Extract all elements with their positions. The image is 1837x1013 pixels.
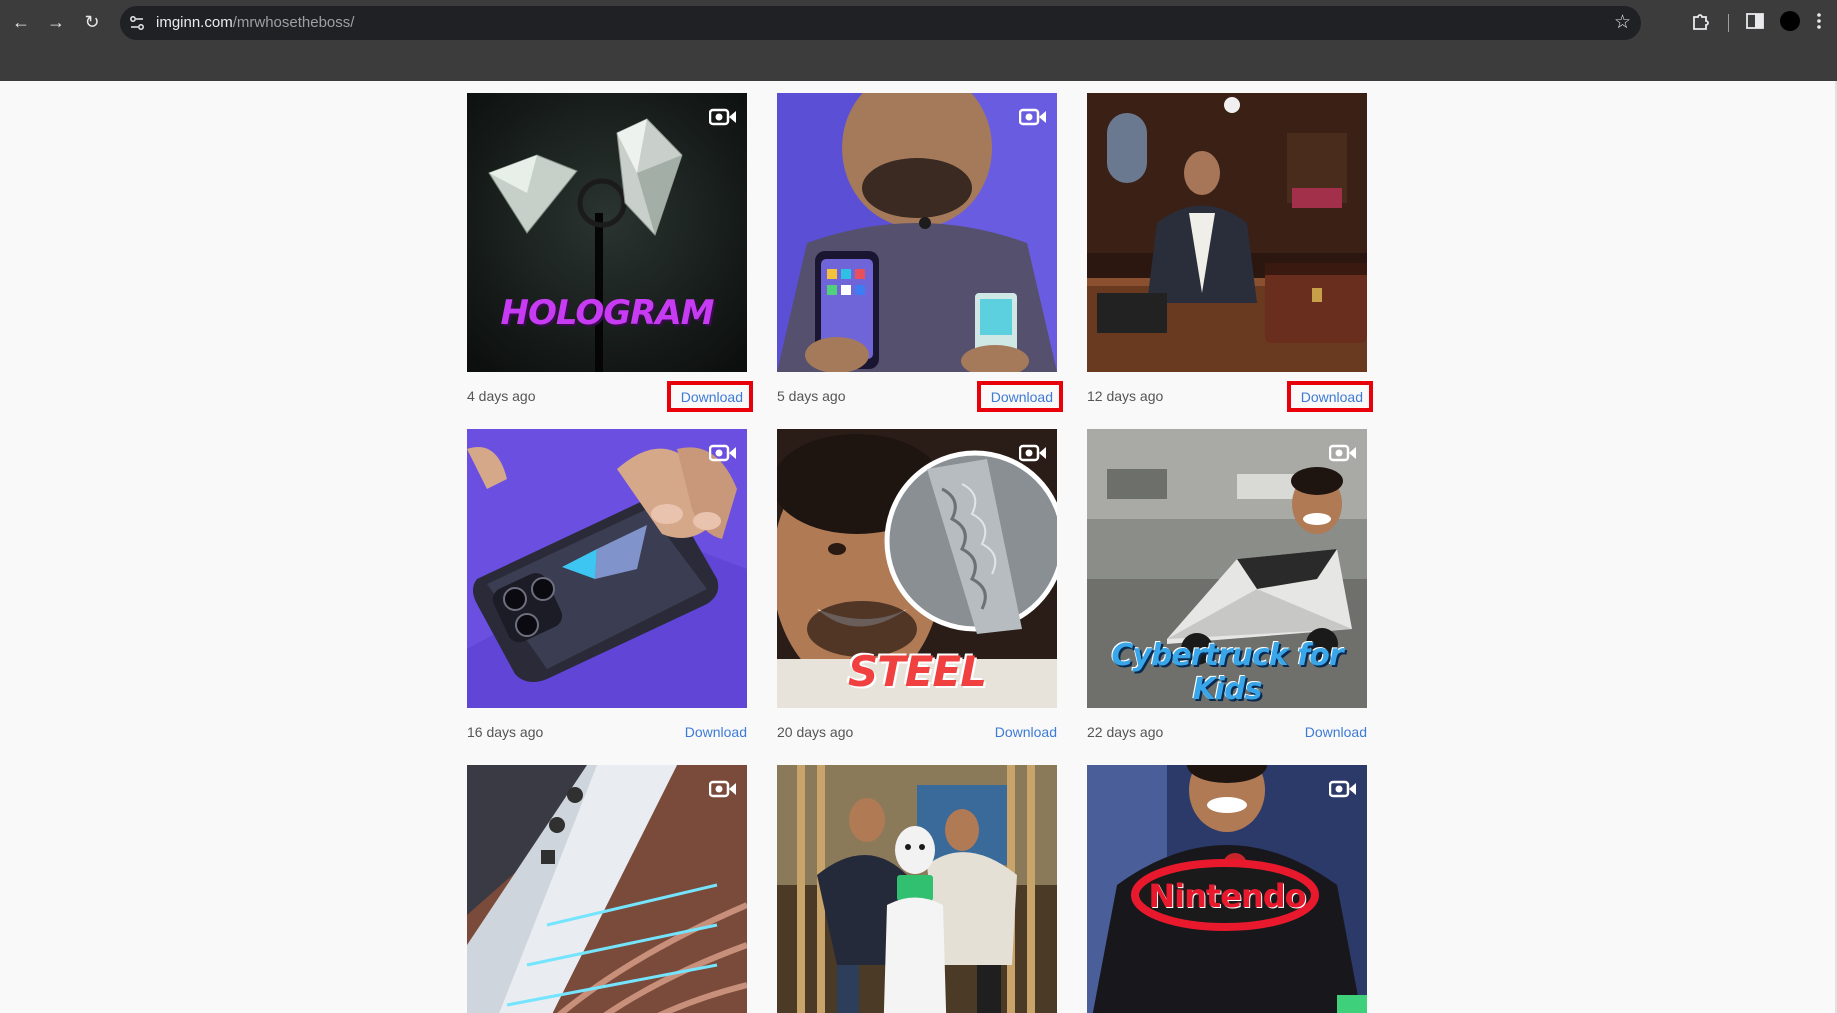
phone-back-cover-image bbox=[467, 429, 747, 708]
url-path: /mrwhosetheboss/ bbox=[232, 14, 355, 31]
extensions-icon[interactable] bbox=[1690, 10, 1712, 32]
post-card: HOLOGRAM 4 days ago Download bbox=[467, 93, 753, 420]
post-meta: 20 days ago Download bbox=[777, 708, 1057, 756]
download-link[interactable]: Download bbox=[995, 724, 1057, 740]
video-icon bbox=[1019, 444, 1046, 462]
post-thumbnail[interactable] bbox=[777, 93, 1057, 372]
post-card: 16 days ago Download bbox=[467, 429, 747, 756]
url-host: imginn.com bbox=[156, 14, 233, 31]
browser-toolbar: ← → ↻ imginn.com/mrwhosetheboss/ ☆ bbox=[0, 0, 1837, 81]
post-meta: 4 days ago Download bbox=[467, 372, 753, 420]
reload-icon[interactable]: ↻ bbox=[79, 9, 105, 35]
video-icon bbox=[709, 108, 736, 126]
thumbnail-caption: HOLOGRAM bbox=[500, 293, 715, 333]
post-thumbnail[interactable] bbox=[467, 765, 747, 1013]
page-content: HOLOGRAM 4 days ago Download 5 days ago … bbox=[0, 81, 1837, 1013]
post-thumbnail[interactable] bbox=[1087, 93, 1367, 372]
bookmark-star-icon[interactable]: ☆ bbox=[1614, 11, 1631, 34]
thumbnail-caption: STEEL bbox=[847, 647, 987, 696]
phones-comparison-image bbox=[777, 93, 1057, 372]
post-date: 22 days ago bbox=[1087, 724, 1164, 740]
forward-icon[interactable]: → bbox=[43, 9, 69, 35]
post-card bbox=[777, 765, 1057, 1013]
post-card: 5 days ago Download bbox=[777, 93, 1063, 420]
thumbnail-caption: Nintendo bbox=[1148, 877, 1306, 915]
post-thumbnail[interactable]: STEEL bbox=[777, 429, 1057, 708]
post-meta: 16 days ago Download bbox=[467, 708, 747, 756]
metal-device-closeup-image bbox=[467, 765, 747, 1013]
post-card: Nintendo bbox=[1087, 765, 1367, 1013]
video-icon bbox=[709, 444, 736, 462]
side-panel-icon[interactable] bbox=[1744, 10, 1766, 32]
post-date: 5 days ago bbox=[777, 388, 846, 404]
post-card: STEEL 20 days ago Download bbox=[777, 429, 1057, 756]
post-meta: 5 days ago Download bbox=[777, 372, 1063, 420]
post-card: 12 days ago Download bbox=[1087, 93, 1373, 420]
profile-avatar-icon[interactable] bbox=[1779, 10, 1801, 32]
video-icon bbox=[709, 780, 736, 798]
post-date: 4 days ago bbox=[467, 388, 536, 404]
kebab-menu-icon[interactable] bbox=[1808, 10, 1830, 32]
post-meta: 22 days ago Download bbox=[1087, 708, 1367, 756]
video-icon bbox=[1329, 780, 1356, 798]
toolbar-divider bbox=[1728, 14, 1729, 32]
back-icon[interactable]: ← bbox=[8, 9, 34, 35]
post-date: 12 days ago bbox=[1087, 388, 1164, 404]
post-date: 20 days ago bbox=[777, 724, 854, 740]
video-icon bbox=[1019, 108, 1046, 126]
download-link[interactable]: Download bbox=[666, 381, 753, 412]
post-card bbox=[467, 765, 747, 1013]
robot-friends-image bbox=[777, 765, 1057, 1013]
download-link[interactable]: Download bbox=[1305, 724, 1367, 740]
thumbnail-caption: Cybertruck for Kids bbox=[1111, 638, 1343, 707]
site-settings-icon[interactable] bbox=[128, 14, 146, 32]
download-link[interactable]: Download bbox=[976, 381, 1063, 412]
library-phone-call-image bbox=[1087, 93, 1367, 372]
post-date: 16 days ago bbox=[467, 724, 544, 740]
post-thumbnail[interactable]: Nintendo bbox=[1087, 765, 1367, 1013]
post-thumbnail[interactable] bbox=[777, 765, 1057, 1013]
post-thumbnail[interactable]: Cybertruck for Kids bbox=[1087, 429, 1367, 708]
address-bar[interactable]: imginn.com/mrwhosetheboss/ ☆ bbox=[120, 6, 1641, 40]
url-text: imginn.com/mrwhosetheboss/ bbox=[156, 14, 354, 31]
download-link[interactable]: Download bbox=[1286, 381, 1373, 412]
video-icon bbox=[1329, 444, 1356, 462]
post-thumbnail[interactable]: HOLOGRAM bbox=[467, 93, 747, 372]
post-thumbnail[interactable] bbox=[467, 429, 747, 708]
post-card: Cybertruck for Kids 22 days ago Download bbox=[1087, 429, 1367, 756]
download-link[interactable]: Download bbox=[685, 724, 747, 740]
post-meta: 12 days ago Download bbox=[1087, 372, 1373, 420]
